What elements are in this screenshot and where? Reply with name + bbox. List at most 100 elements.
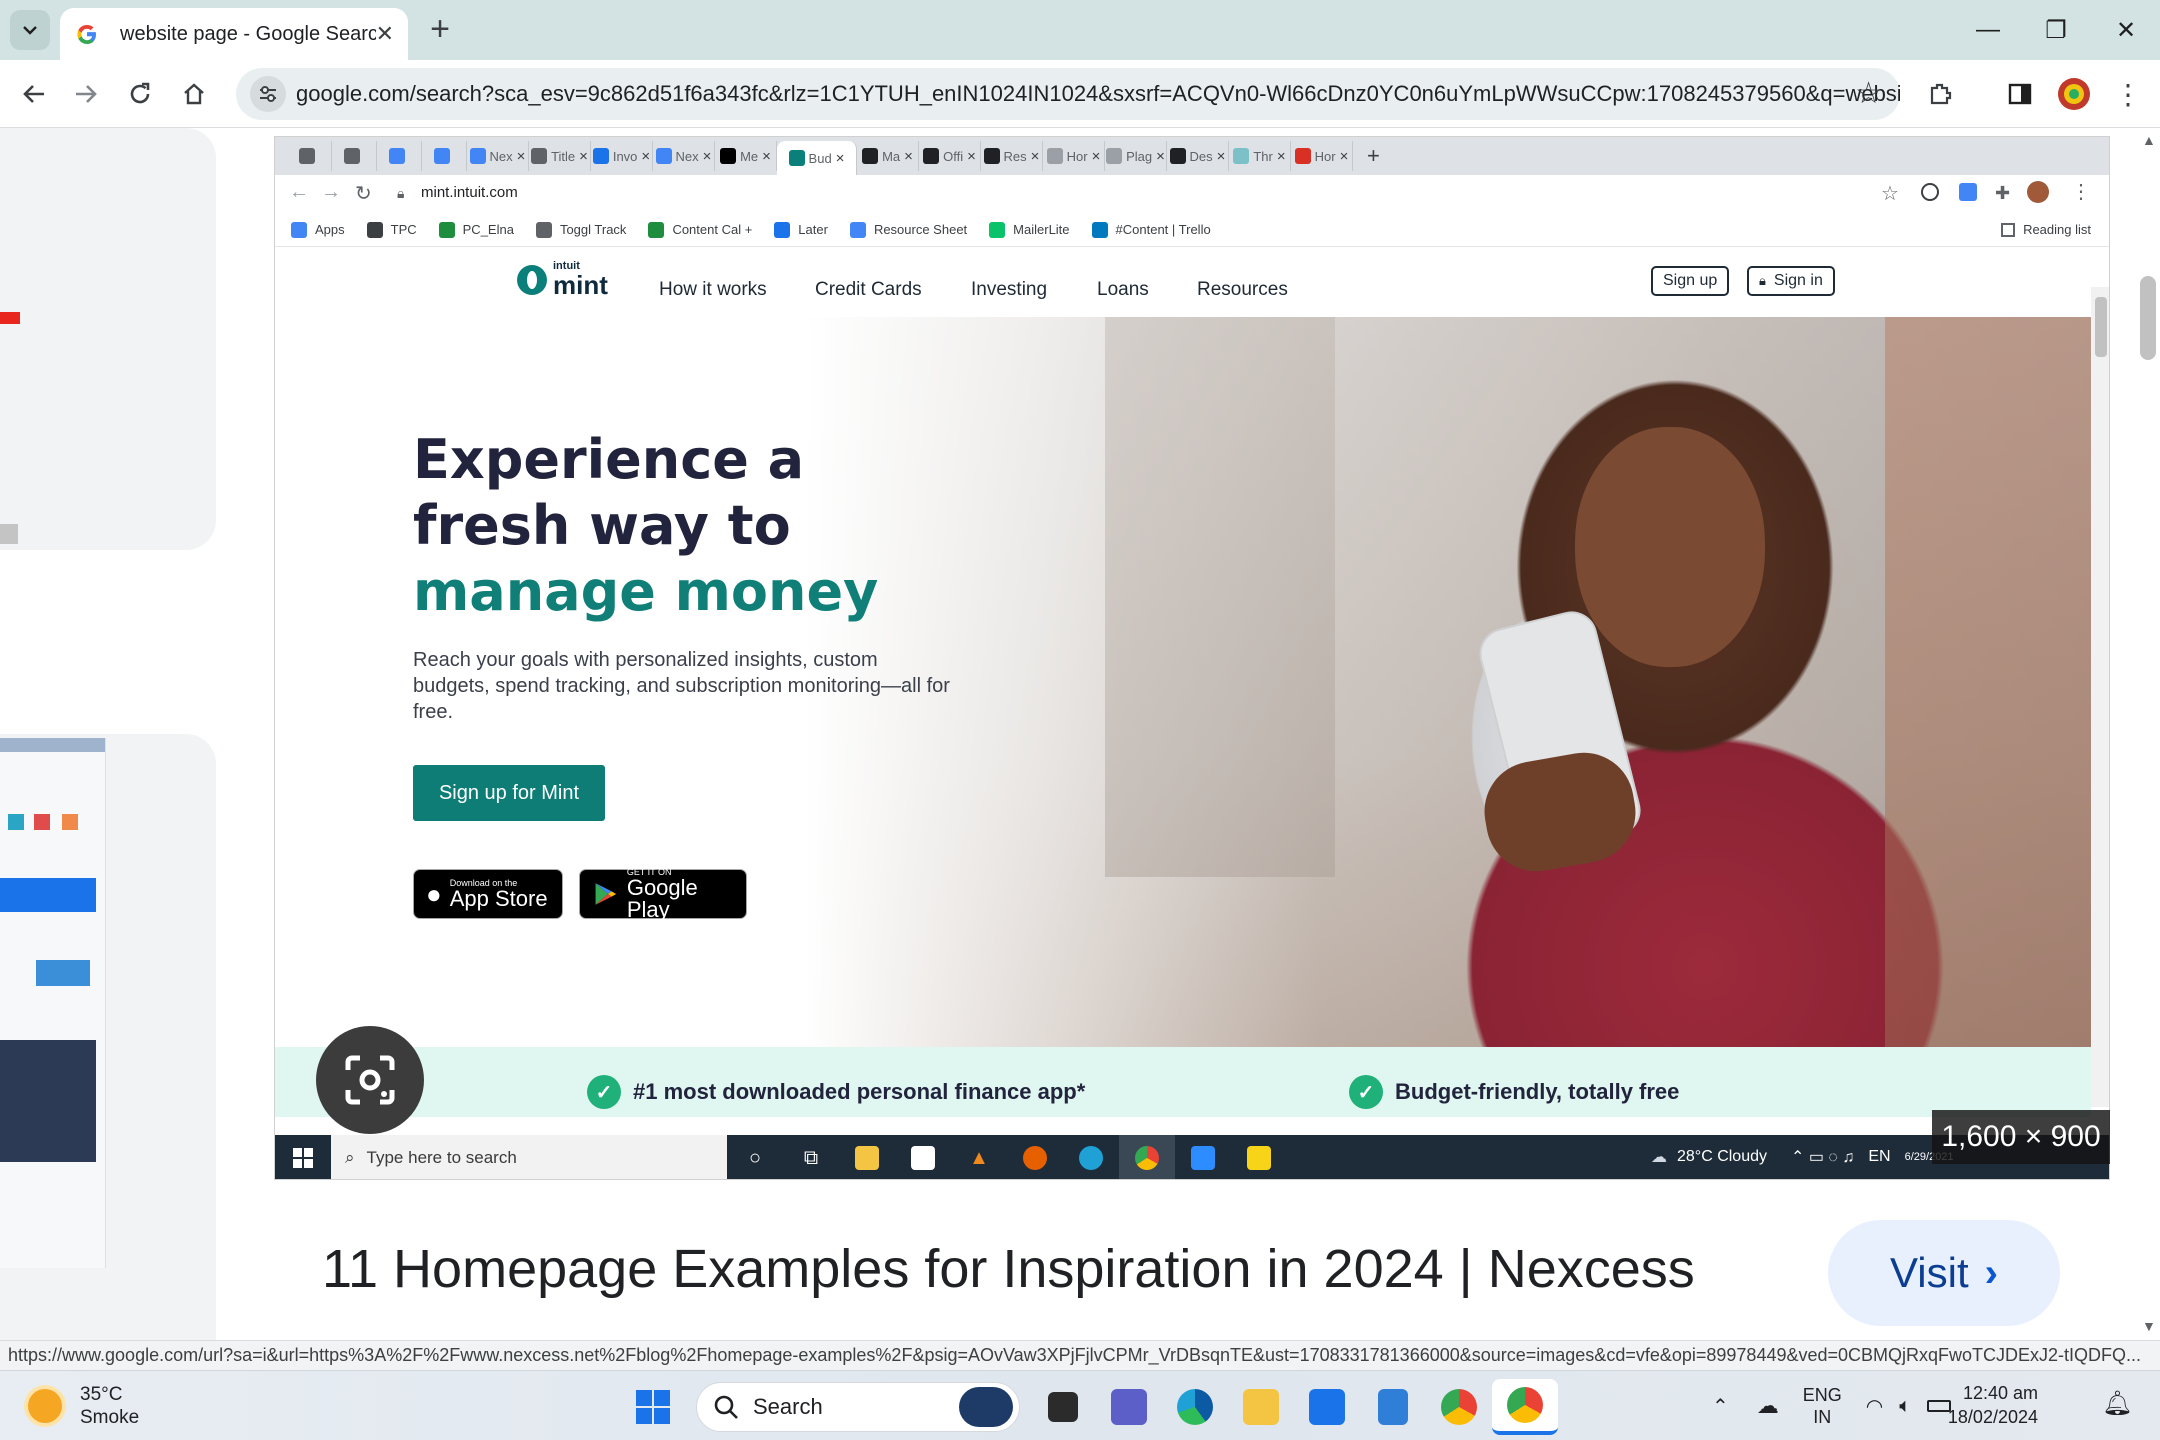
inner-tab-label: Des xyxy=(1189,148,1213,164)
store-icon xyxy=(895,1135,951,1179)
page-scrollbar[interactable]: ▲ ▼ xyxy=(2136,128,2160,1340)
notification-bell-icon[interactable]: 🔔︎ xyxy=(2102,1389,2132,1418)
hero-headline: Experience a fresh way to manage money xyxy=(413,427,878,625)
tab-google-search[interactable]: website page - Google Search ✕ xyxy=(60,8,408,60)
feature-item: ✓ #1 most downloaded personal finance ap… xyxy=(587,1075,1085,1109)
chevron-down-icon xyxy=(23,26,37,35)
tab-favicon-icon xyxy=(469,148,486,164)
bookmark-icon xyxy=(291,221,307,238)
weather-temp: 35°C xyxy=(80,1384,123,1405)
site-settings-icon[interactable] xyxy=(250,76,286,112)
chrome-icon xyxy=(1441,1389,1477,1425)
task-view-icon xyxy=(1048,1392,1078,1422)
inner-bookmark-label: #Content | Trello xyxy=(1115,222,1211,237)
nav-investing: Investing xyxy=(971,279,1048,300)
zoom-icon xyxy=(1175,1135,1231,1179)
task-view-button[interactable] xyxy=(1030,1379,1096,1435)
profile-avatar[interactable] xyxy=(2054,74,2094,114)
scroll-up-icon[interactable]: ▲ xyxy=(2142,132,2156,148)
inner-bookmark: MailerLite xyxy=(989,221,1070,238)
vlc-icon: ▲ xyxy=(969,1146,989,1169)
inner-bookmark-label: TPC xyxy=(390,222,417,237)
inner-tab: Bud × xyxy=(777,141,857,175)
mail-button[interactable] xyxy=(1294,1379,1360,1435)
weather-widget[interactable]: 35°C Smoke xyxy=(28,1383,139,1429)
bookmark-star-icon[interactable]: ☆ xyxy=(1855,76,1882,111)
apple-icon: ● xyxy=(426,878,442,909)
address-bar[interactable]: google.com/search?sca_esv=9c862d51f6a343… xyxy=(236,68,1900,120)
tab-close-icon[interactable]: ✕ xyxy=(376,21,394,47)
tab-favicon-icon xyxy=(531,148,548,164)
inner-tab-label: Hor xyxy=(1314,148,1336,164)
inner-tab-label: Nex xyxy=(489,148,513,164)
teams-chat-button[interactable] xyxy=(1096,1379,1162,1435)
inner-tab: Me × xyxy=(715,141,777,171)
inner-forward-icon: → xyxy=(321,181,341,203)
nav-credit-cards: Credit Cards xyxy=(815,279,922,300)
inner-tab-label: Thr xyxy=(1253,148,1273,164)
result-title[interactable]: 11 Homepage Examples for Inspiration in … xyxy=(322,1238,1695,1300)
scroll-down-icon[interactable]: ▼ xyxy=(2142,1318,2156,1334)
scrollbar-thumb[interactable] xyxy=(2140,276,2156,360)
inner-bookmark-label: MailerLite xyxy=(1013,222,1070,237)
preview-image[interactable]: Nex × Title × Invo × Nex × Me × Bud × Ma × Offi × Res × Ho… xyxy=(274,136,2110,1180)
edge-icon xyxy=(1063,1135,1119,1179)
thumbnail-fragment xyxy=(0,524,18,544)
image-preview-panel: Nex × Title × Invo × Nex × Me × Bud × Ma × Offi × Res × Ho… xyxy=(274,128,2110,1340)
tab-favicon-icon xyxy=(1294,148,1311,164)
inner-bookmark: Apps xyxy=(291,221,345,238)
clock[interactable]: 12:40 am 18/02/2024 xyxy=(1742,1381,2082,1429)
home-icon[interactable] xyxy=(174,74,214,114)
close-window-button[interactable]: ✕ xyxy=(2096,10,2156,50)
left-thumbnail-image[interactable] xyxy=(0,738,106,1268)
inner-bookmark: Toggl Track xyxy=(535,221,626,238)
minimize-button[interactable]: — xyxy=(1958,10,2018,50)
inner-bookmark-label: Later xyxy=(798,222,828,237)
taskbar-search[interactable]: Search xyxy=(696,1382,1020,1432)
extensions-icon[interactable] xyxy=(1920,74,1960,114)
weather-condition: Smoke xyxy=(80,1407,140,1428)
inner-search-icon: ⌕ xyxy=(345,1148,355,1167)
reload-icon[interactable] xyxy=(120,74,160,114)
bookmark-icon xyxy=(535,221,552,238)
notepad-button[interactable] xyxy=(1360,1379,1426,1435)
inner-tab xyxy=(422,141,467,171)
inner-windows-taskbar: ⌕ Type here to search ○ ⧉ ▲ ☁ 28°C Cloud… xyxy=(275,1135,2109,1179)
file-explorer-button[interactable] xyxy=(1228,1379,1294,1435)
tab-favicon-icon xyxy=(1046,148,1063,164)
sign-up-for-mint-button: Sign up for Mint xyxy=(413,765,605,821)
restore-button[interactable]: ❐ xyxy=(2026,10,2086,50)
visit-label: Visit xyxy=(1890,1249,1969,1296)
feature-text: #1 most downloaded personal finance app* xyxy=(633,1079,1086,1104)
feature-item: ✓ Budget-friendly, totally free xyxy=(1349,1075,1679,1109)
inner-url-text: mint.intuit.com xyxy=(421,184,518,201)
menu-kebab-icon[interactable]: ⋮ xyxy=(2108,74,2148,114)
app-store-big-text: App Store xyxy=(449,886,548,911)
feature-text: Budget-friendly, totally free xyxy=(1395,1079,1680,1104)
nav-loans: Loans xyxy=(1097,279,1149,300)
windows-start-button[interactable] xyxy=(620,1379,686,1435)
mint-logo: intuit mint xyxy=(517,261,608,298)
google-lens-button[interactable] xyxy=(316,1026,424,1134)
left-result-card[interactable] xyxy=(0,128,216,550)
new-tab-button[interactable]: + xyxy=(420,10,460,50)
reading-list: Reading list xyxy=(2001,222,2091,237)
inner-bookmarks-bar: Apps TPC PC_Elna Toggl Track Content Cal + La… xyxy=(275,213,2109,247)
url-text[interactable]: google.com/search?sca_esv=9c862d51f6a343… xyxy=(296,81,1900,107)
inner-tab-close-icon: × xyxy=(1216,147,1226,165)
show-hidden-icons[interactable]: ⌃ xyxy=(1712,1394,1729,1419)
visit-button[interactable]: Visit › xyxy=(1828,1220,2060,1326)
forward-icon[interactable] xyxy=(66,74,106,114)
chrome-profile-button[interactable] xyxy=(1492,1379,1558,1435)
edge-button[interactable] xyxy=(1162,1379,1228,1435)
back-icon[interactable] xyxy=(14,74,54,114)
tab-favicon-icon xyxy=(592,148,609,164)
inner-bookmark: Resource Sheet xyxy=(849,221,967,238)
windows-taskbar: 35°C Smoke Search ⌃ ☁ ENG IN ◠ 🔈︎ 12:40 … xyxy=(0,1370,2160,1440)
chrome-button[interactable] xyxy=(1426,1379,1492,1435)
side-panel-icon[interactable] xyxy=(2000,74,2040,114)
file-explorer-icon xyxy=(839,1135,895,1179)
mint-wordmark: mint xyxy=(553,270,608,300)
hero-line-1: Experience a xyxy=(413,428,805,491)
tab-search-button[interactable] xyxy=(10,10,50,50)
